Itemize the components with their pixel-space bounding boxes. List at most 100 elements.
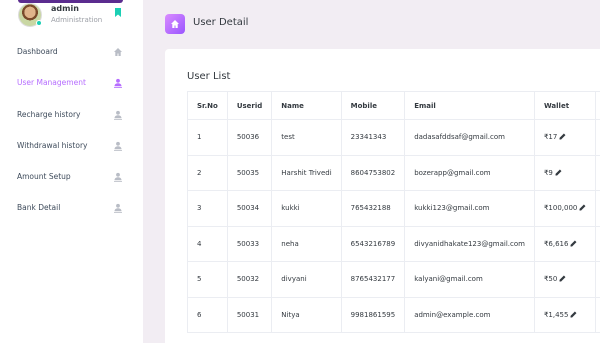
sidebar-item-label: Recharge history bbox=[17, 110, 81, 119]
sidebar-item-user-management[interactable]: User Management bbox=[0, 74, 143, 94]
cell-userid: 50034 bbox=[226, 190, 273, 227]
cell-extra bbox=[595, 154, 600, 191]
cell-email: kalyani@gmail.com bbox=[404, 261, 535, 298]
sidebar-item-bank-detail[interactable]: Bank Detail bbox=[0, 199, 143, 219]
sidebar-item-dashboard[interactable]: Dashboard bbox=[0, 43, 143, 63]
wallet-amount: ₹1,455 bbox=[543, 310, 569, 319]
sidebar-item-label: Withdrawal history bbox=[17, 141, 88, 150]
cell-email: bozerapp@gmail.com bbox=[404, 154, 535, 191]
cell-mobile: 23341343 bbox=[340, 119, 406, 156]
column-header-wallet[interactable]: Wallet bbox=[533, 91, 597, 120]
cell-name: Nitya bbox=[271, 296, 342, 333]
table-row: 6 50031 Nitya 9981861595 admin@example.com ₹1… bbox=[187, 296, 600, 333]
profile-accent-bar bbox=[18, 0, 123, 3]
cell-name: test bbox=[271, 119, 342, 156]
column-header-userid[interactable]: Userid bbox=[226, 91, 273, 120]
avatar bbox=[18, 3, 42, 27]
card-title: User List bbox=[187, 71, 231, 82]
sidebar: admin Administration Dashboard User Mana… bbox=[0, 0, 143, 343]
wallet-amount: ₹50 bbox=[543, 275, 558, 284]
user-icon bbox=[114, 110, 122, 120]
table-header-row: Sr.No Userid Name Mobile Email Wallet bbox=[187, 91, 600, 120]
table-row: 4 50033 neha 6543216789 divyanidhakate123@gm… bbox=[187, 225, 600, 262]
page-header-icon bbox=[165, 14, 185, 34]
cell-srno: 2 bbox=[187, 154, 228, 191]
column-header-name[interactable]: Name bbox=[271, 91, 342, 120]
page-title: User Detail bbox=[193, 17, 249, 28]
cell-name: Harshit Trivedi bbox=[271, 154, 342, 191]
cell-mobile: 765432188 bbox=[340, 190, 406, 227]
profile-role: Administration bbox=[51, 16, 103, 24]
profile-section[interactable]: admin Administration bbox=[0, 0, 143, 37]
user-icon bbox=[114, 203, 122, 213]
cell-srno: 1 bbox=[187, 119, 228, 156]
cell-srno: 3 bbox=[187, 190, 228, 227]
sidebar-item-amount-setup[interactable]: Amount Setup bbox=[0, 168, 143, 188]
cell-userid: 50033 bbox=[226, 225, 273, 262]
home-icon bbox=[171, 20, 179, 28]
edit-pencil-icon[interactable] bbox=[555, 169, 562, 176]
cell-extra bbox=[595, 261, 600, 298]
home-icon bbox=[114, 48, 122, 56]
user-list-card: User List Sr.No Userid Name Mobile Email… bbox=[165, 49, 600, 343]
table-row: 5 50032 divyani 8765432177 kalyani@gmail.com… bbox=[187, 261, 600, 298]
sidebar-item-label: Amount Setup bbox=[17, 172, 71, 181]
cell-extra bbox=[595, 190, 600, 227]
cell-wallet: ₹1,455 bbox=[533, 296, 597, 333]
cell-email: divyanidhakate123@gmail.com bbox=[404, 225, 535, 262]
cell-email: dadasafddsaf@gmail.com bbox=[404, 119, 535, 156]
cell-mobile: 6543216789 bbox=[340, 225, 406, 262]
bookmark-icon bbox=[115, 8, 121, 17]
cell-mobile: 9981861595 bbox=[340, 296, 406, 333]
cell-wallet: ₹9 bbox=[533, 154, 597, 191]
cell-wallet: ₹17 bbox=[533, 119, 597, 156]
sidebar-item-label: User Management bbox=[17, 78, 86, 87]
edit-pencil-icon[interactable] bbox=[570, 311, 577, 318]
sidebar-item-recharge-history[interactable]: Recharge history bbox=[0, 106, 143, 126]
wallet-amount: ₹100,000 bbox=[543, 204, 578, 213]
user-icon bbox=[114, 141, 122, 151]
cell-userid: 50032 bbox=[226, 261, 273, 298]
online-status-dot bbox=[36, 20, 42, 26]
table-row: 3 50034 kukki 765432188 kukki123@gmail.com ₹1… bbox=[187, 190, 600, 227]
cell-userid: 50035 bbox=[226, 154, 273, 191]
cell-mobile: 8604753802 bbox=[340, 154, 406, 191]
column-header-email[interactable]: Email bbox=[404, 91, 535, 120]
column-header-srno[interactable]: Sr.No bbox=[187, 91, 228, 120]
cell-userid: 50031 bbox=[226, 296, 273, 333]
user-icon bbox=[114, 78, 122, 88]
cell-wallet: ₹6,616 bbox=[533, 225, 597, 262]
sidebar-item-label: Bank Detail bbox=[17, 203, 61, 212]
wallet-amount: ₹9 bbox=[543, 168, 553, 177]
cell-name: neha bbox=[271, 225, 342, 262]
cell-srno: 4 bbox=[187, 225, 228, 262]
cell-name: divyani bbox=[271, 261, 342, 298]
cell-wallet: ₹100,000 bbox=[533, 190, 597, 227]
edit-pencil-icon[interactable] bbox=[559, 275, 566, 282]
edit-pencil-icon[interactable] bbox=[559, 133, 566, 140]
cell-wallet: ₹50 bbox=[533, 261, 597, 298]
cell-srno: 5 bbox=[187, 261, 228, 298]
cell-name: kukki bbox=[271, 190, 342, 227]
cell-email: admin@example.com bbox=[404, 296, 535, 333]
sidebar-item-label: Dashboard bbox=[17, 47, 58, 56]
column-header-extra bbox=[595, 91, 600, 120]
cell-email: kukki123@gmail.com bbox=[404, 190, 535, 227]
table-row: 1 50036 test 23341343 dadasafddsaf@gmail.com… bbox=[187, 119, 600, 156]
wallet-amount: ₹6,616 bbox=[543, 239, 569, 248]
table-row: 2 50035 Harshit Trivedi 8604753802 bozerapp@… bbox=[187, 154, 600, 191]
sidebar-item-withdrawal-history[interactable]: Withdrawal history bbox=[0, 137, 143, 157]
cell-extra bbox=[595, 119, 600, 156]
edit-pencil-icon[interactable] bbox=[579, 204, 586, 211]
cell-extra bbox=[595, 296, 600, 333]
wallet-amount: ₹17 bbox=[543, 133, 558, 142]
cell-mobile: 8765432177 bbox=[340, 261, 406, 298]
user-table: Sr.No Userid Name Mobile Email Wallet 15… bbox=[187, 91, 600, 333]
profile-name: admin bbox=[51, 4, 79, 13]
cell-userid: 50036 bbox=[226, 119, 273, 156]
edit-pencil-icon[interactable] bbox=[570, 240, 577, 247]
cell-extra bbox=[595, 225, 600, 262]
user-icon bbox=[114, 172, 122, 182]
column-header-mobile[interactable]: Mobile bbox=[340, 91, 406, 120]
cell-srno: 6 bbox=[187, 296, 228, 333]
